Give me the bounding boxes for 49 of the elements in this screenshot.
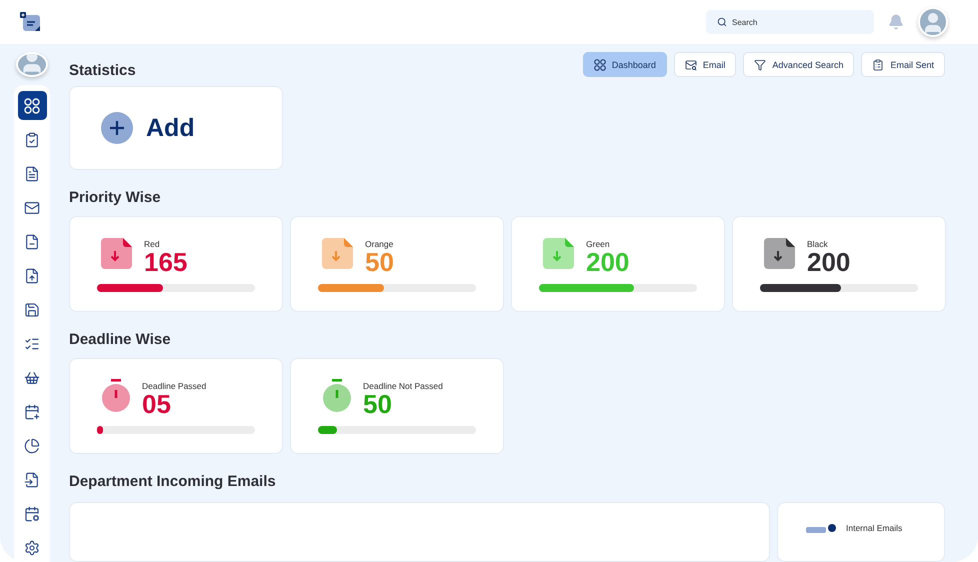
stat-label: Orange bbox=[365, 239, 394, 249]
stat-value: 165 bbox=[144, 249, 188, 276]
app-logo-icon[interactable] bbox=[20, 12, 42, 32]
stopwatch-icon bbox=[101, 379, 131, 413]
stat-value: 200 bbox=[586, 249, 630, 276]
stat-label: Red bbox=[144, 239, 161, 249]
section-title: Deadline Wise bbox=[69, 331, 172, 348]
tab[interactable]: Email Sent bbox=[861, 52, 945, 77]
stat-label: Black bbox=[807, 239, 829, 249]
filter-icon bbox=[754, 58, 766, 70]
file-icon bbox=[24, 472, 40, 488]
file-download-icon bbox=[764, 237, 796, 270]
tab[interactable]: Email bbox=[674, 52, 736, 77]
section-title: Priority Wise bbox=[69, 189, 162, 206]
stat-label: Deadline Passed bbox=[142, 381, 206, 391]
document-icon bbox=[24, 234, 40, 250]
stat-value: 50 bbox=[365, 249, 394, 276]
tab[interactable]: Dashboard bbox=[582, 52, 667, 77]
plus-icon bbox=[101, 112, 133, 144]
file-download-icon bbox=[322, 237, 354, 270]
grid-icon bbox=[24, 98, 40, 114]
file-download-icon bbox=[543, 237, 575, 270]
calendar-icon bbox=[24, 506, 40, 522]
list-icon bbox=[872, 58, 884, 70]
stat-value: 200 bbox=[807, 249, 850, 276]
stat-label: Internal Emails bbox=[846, 523, 902, 533]
stat-value: 05 bbox=[142, 391, 171, 418]
stat-label: Deadline Not Passed bbox=[363, 381, 443, 391]
add-card[interactable]: Add bbox=[69, 86, 283, 170]
stat-value: 50 bbox=[363, 391, 392, 418]
search-field[interactable]: Search bbox=[706, 10, 874, 34]
pie-chart-icon bbox=[24, 438, 40, 454]
calendar-icon bbox=[24, 404, 40, 420]
document-icon bbox=[24, 166, 40, 182]
sidebar-item[interactable] bbox=[18, 91, 46, 120]
settings-icon bbox=[24, 540, 40, 556]
search-icon bbox=[717, 17, 727, 27]
stopwatch-icon bbox=[322, 379, 352, 413]
file-download-icon bbox=[101, 237, 133, 270]
save-icon bbox=[24, 302, 40, 318]
grid-icon bbox=[594, 58, 606, 70]
clipboard-icon bbox=[24, 132, 40, 148]
file-icon bbox=[24, 268, 40, 284]
page-title: Statistics bbox=[69, 62, 136, 79]
stat-label: Green bbox=[586, 239, 611, 249]
add-label: Add bbox=[146, 114, 195, 142]
section-title: Department Incoming Emails bbox=[69, 473, 277, 490]
tab[interactable]: Advanced Search bbox=[743, 52, 854, 77]
basket-icon bbox=[24, 370, 40, 386]
